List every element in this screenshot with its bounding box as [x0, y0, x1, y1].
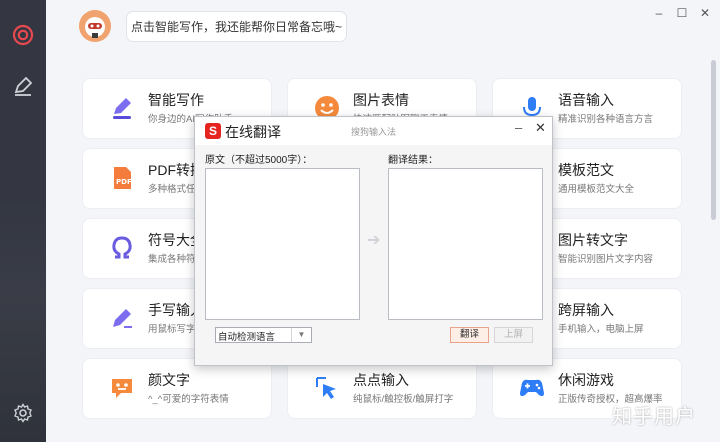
assistant-prompt-bubble[interactable]: 点击智能写作，我还能帮你日常备忘哦~	[126, 11, 347, 42]
dialog-minimize-button[interactable]: –	[515, 120, 522, 135]
card-subtitle: 精准识别各种语言方言	[558, 114, 654, 125]
result-textarea[interactable]	[388, 168, 543, 320]
card-title: 图片转文字	[558, 232, 628, 248]
left-sidebar	[0, 0, 46, 442]
window-close-button[interactable]: ✕	[697, 6, 713, 20]
card-subtitle: 通用模板范文大全	[558, 184, 635, 195]
svg-text:PDF: PDF	[116, 178, 132, 186]
online-translate-dialog: S 在线翻译 搜狗输入法 – ✕ 原文（不超过5000字）： 翻译结果： ➔ 自…	[194, 116, 553, 366]
card-title: 颜文字	[148, 372, 190, 388]
card-title: 模板范文	[558, 162, 614, 178]
scrollbar[interactable]	[711, 60, 716, 220]
to-screen-button[interactable]: 上屏	[494, 327, 533, 343]
arrow-right-icon: ➔	[367, 232, 381, 249]
result-label: 翻译结果：	[388, 155, 438, 166]
watermark: 知乎用户	[612, 406, 696, 428]
assistant-avatar[interactable]	[79, 10, 111, 42]
card-subtitle: 智能识别图片文字内容	[558, 254, 654, 265]
card-title: 点点输入	[353, 372, 409, 388]
sogou-logo-icon: S	[205, 123, 221, 139]
ime-label: 搜狗输入法	[351, 127, 397, 137]
card-title: 休闲游戏	[558, 372, 614, 388]
target-icon[interactable]	[11, 23, 35, 47]
card-subtitle: ^_^可爱的字符表情	[148, 394, 229, 405]
dialog-title-bar[interactable]: S 在线翻译 搜狗输入法 – ✕	[195, 117, 552, 145]
emoticon-icon	[107, 373, 137, 403]
source-label: 原文（不超过5000字）：	[205, 155, 313, 166]
pdf-file-icon: PDF	[107, 163, 137, 193]
chevron-down-icon[interactable]: ▼	[291, 328, 311, 342]
translate-button[interactable]: 翻译	[450, 327, 489, 343]
handwriting-pen-icon	[107, 303, 137, 333]
writing-pen-icon	[107, 93, 137, 123]
card-emoticons[interactable]: 颜文字 ^_^可爱的字符表情	[82, 358, 272, 419]
gamepad-icon	[517, 373, 547, 403]
card-title: 智能写作	[148, 92, 204, 108]
card-subtitle: 用鼠标写字	[148, 324, 196, 335]
dialog-close-button[interactable]: ✕	[535, 120, 546, 136]
click-cursor-icon	[312, 373, 342, 403]
card-title: 跨屏输入	[558, 302, 614, 318]
card-subtitle: 纯鼠标/触控板/触屏打字	[353, 394, 454, 405]
card-subtitle: 手机输入，电脑上屏	[558, 324, 644, 335]
card-click-input[interactable]: 点点输入 纯鼠标/触控板/触屏打字	[287, 358, 477, 419]
gear-icon[interactable]	[11, 401, 35, 425]
card-title: 图片表情	[353, 92, 409, 108]
source-textarea[interactable]	[205, 168, 360, 320]
language-select-value: 自动检测语言	[218, 332, 276, 343]
maximize-button[interactable]: ☐	[674, 6, 690, 20]
dialog-title: 在线翻译	[225, 124, 281, 140]
omega-symbol-icon	[107, 233, 137, 263]
language-select[interactable]: 自动检测语言 ▼	[215, 327, 312, 343]
minimize-button[interactable]: –	[651, 6, 667, 20]
card-title: 语音输入	[558, 92, 614, 108]
pen-icon[interactable]	[11, 74, 35, 98]
